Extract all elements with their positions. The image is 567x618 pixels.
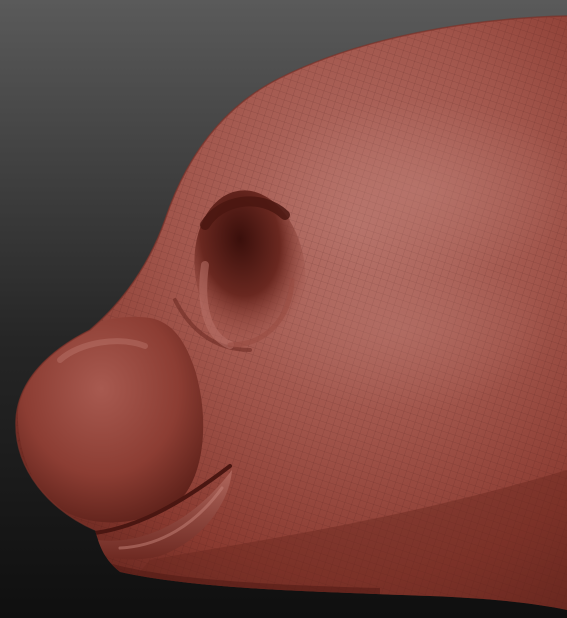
sculpt-render <box>0 0 567 618</box>
viewport-canvas[interactable] <box>0 0 567 618</box>
